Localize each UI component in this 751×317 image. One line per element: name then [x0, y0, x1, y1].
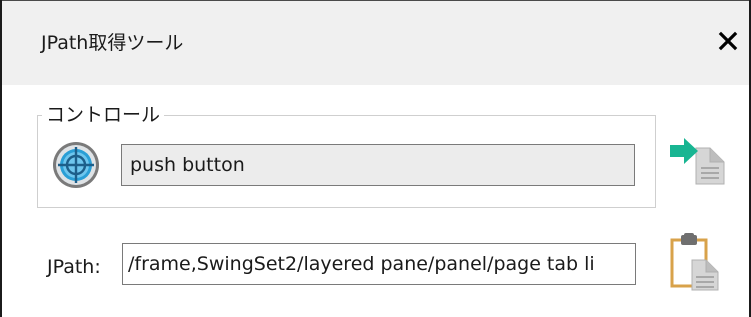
arrow-to-document-icon	[670, 138, 725, 185]
copy-to-clipboard-button[interactable]	[668, 232, 730, 292]
jpath-tool-window: JPath取得ツール コントロール push button JPath: /fr…	[0, 0, 751, 317]
control-group-legend: コントロール	[42, 100, 165, 127]
title-bar: JPath取得ツール	[2, 1, 749, 85]
jpath-field[interactable]: /frame,SwingSet2/layered pane/panel/page…	[122, 243, 636, 285]
export-to-document-button[interactable]	[668, 134, 730, 186]
crosshair-target-icon[interactable]	[50, 139, 102, 191]
window-title: JPath取得ツール	[41, 32, 184, 54]
control-name-field[interactable]: push button	[121, 144, 635, 186]
jpath-label: JPath:	[47, 256, 101, 278]
clipboard-copy-icon	[670, 233, 719, 291]
close-icon	[718, 31, 738, 51]
close-button[interactable]	[708, 21, 748, 61]
